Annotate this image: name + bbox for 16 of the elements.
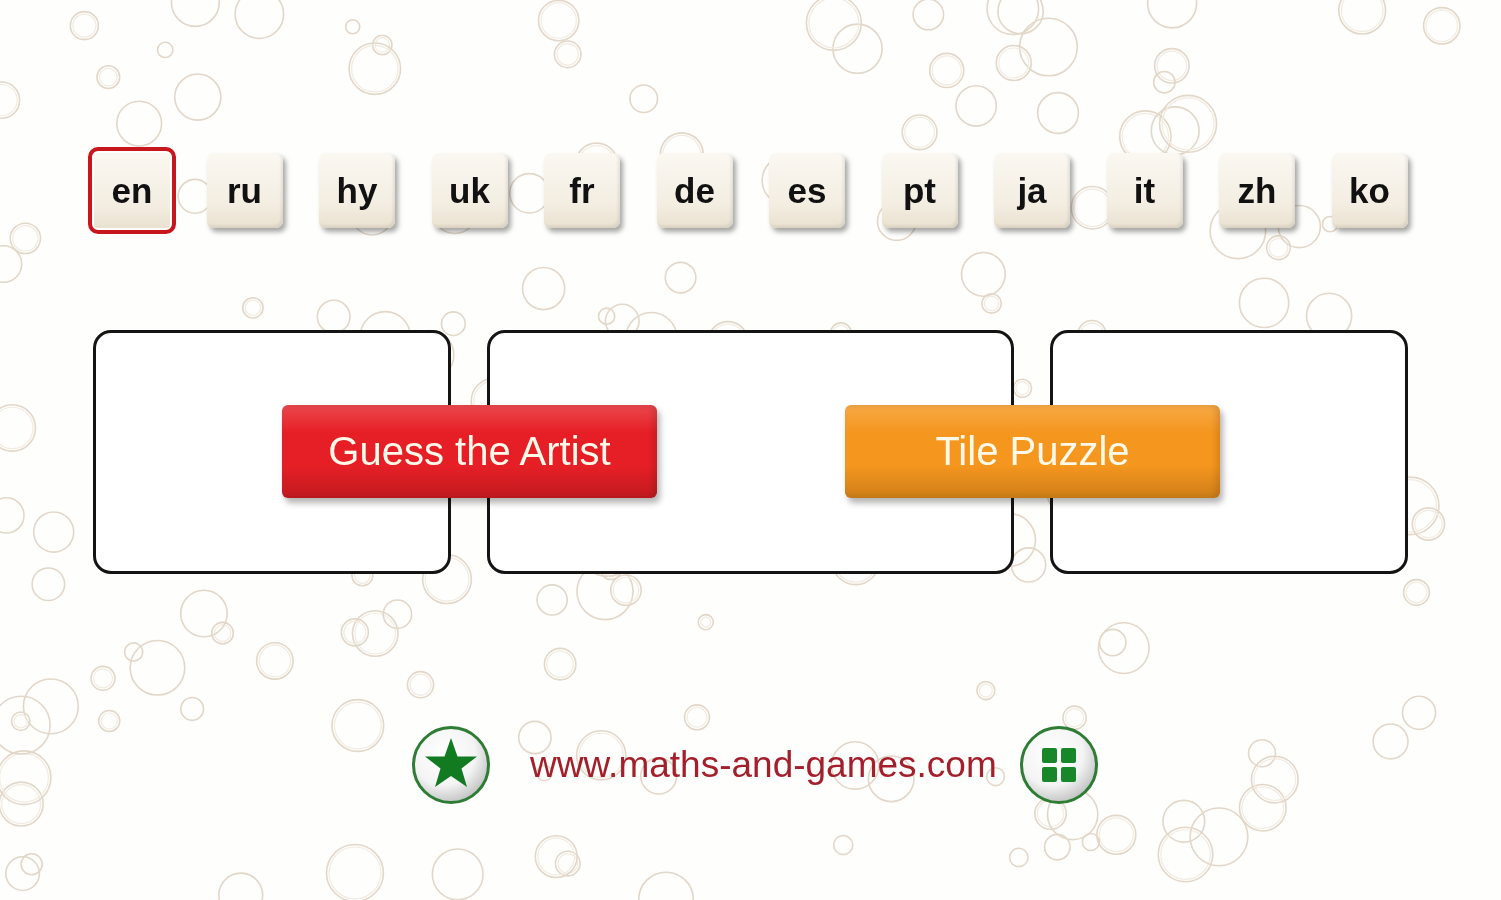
game-button[interactable]: Guess the Artist xyxy=(282,405,657,498)
star-icon[interactable] xyxy=(411,725,491,805)
language-key[interactable]: ja xyxy=(994,153,1070,228)
language-key[interactable]: uk xyxy=(431,153,508,228)
grid-icon[interactable] xyxy=(1018,725,1099,805)
language-key[interactable]: en xyxy=(88,147,176,234)
language-key[interactable]: ru xyxy=(206,153,283,228)
language-key[interactable]: fr xyxy=(544,153,620,228)
website-link[interactable]: www.maths-and-games.com xyxy=(530,743,997,787)
language-key[interactable]: hy xyxy=(319,153,395,228)
language-key[interactable]: it xyxy=(1106,153,1183,228)
language-key[interactable]: de xyxy=(656,153,733,228)
language-key[interactable]: ko xyxy=(1331,153,1408,228)
language-key[interactable]: zh xyxy=(1219,153,1295,228)
language-key[interactable]: es xyxy=(769,153,845,228)
language-key[interactable]: pt xyxy=(881,153,958,228)
